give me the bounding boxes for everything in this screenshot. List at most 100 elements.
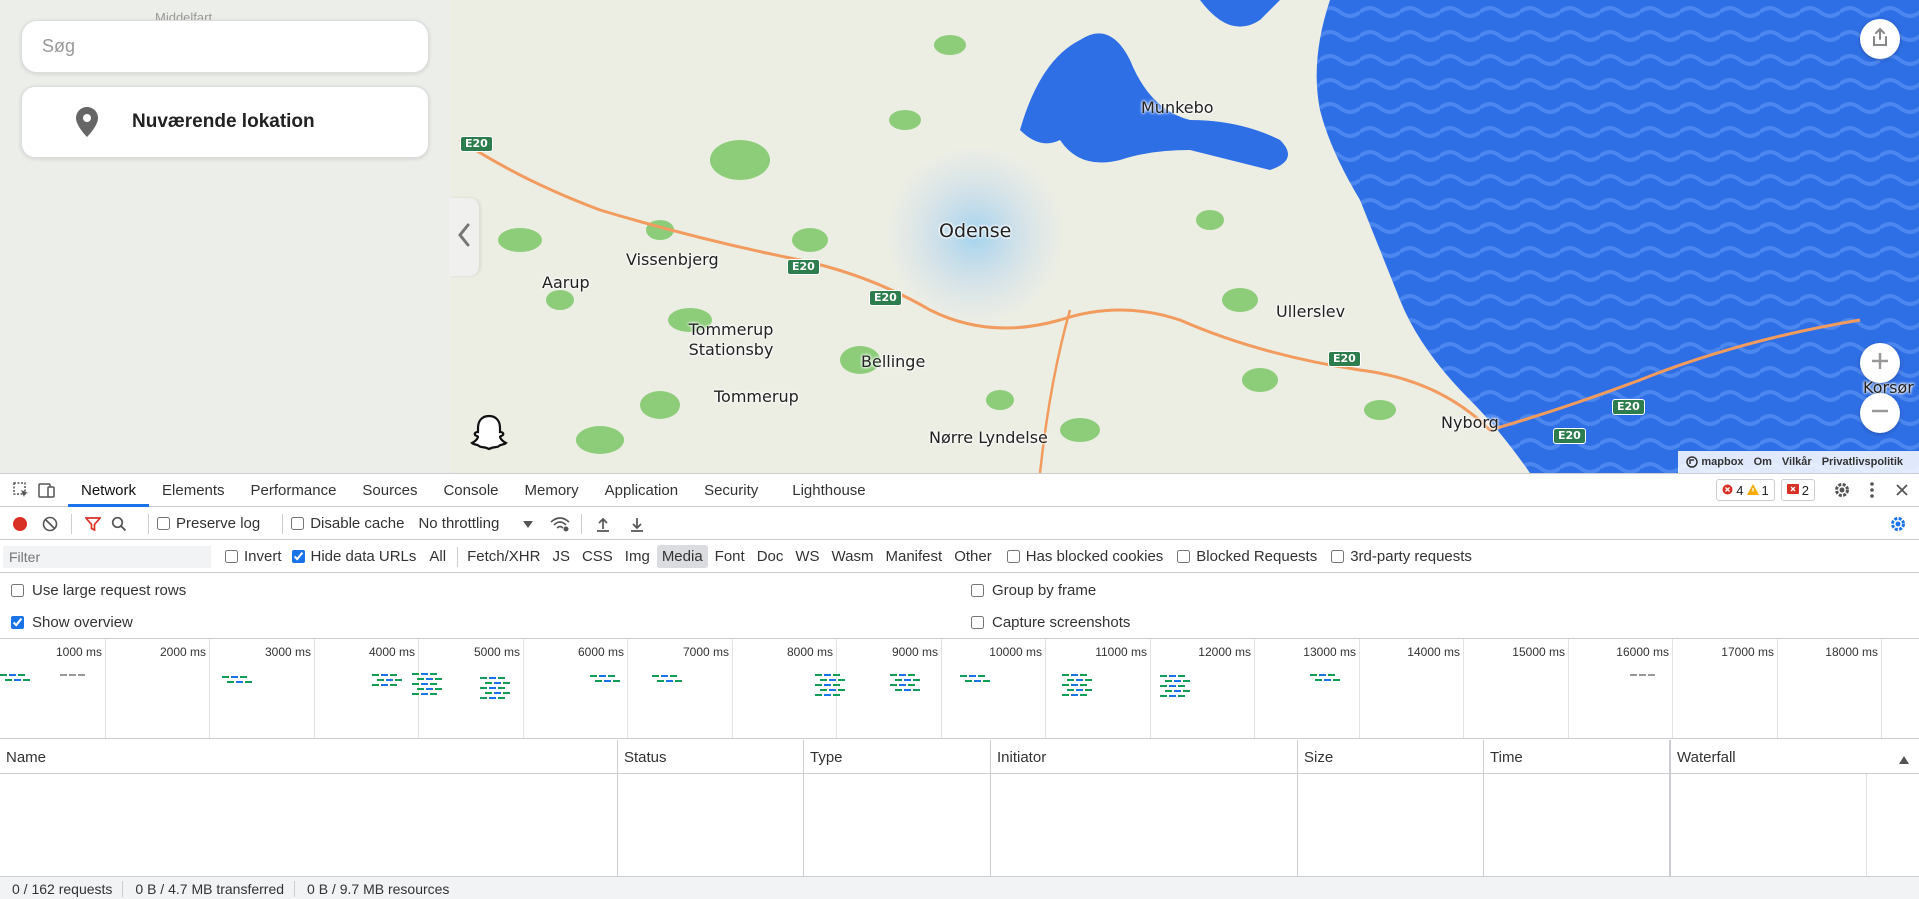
throttling-select[interactable]: No throttling bbox=[418, 515, 534, 532]
current-location-button[interactable]: Nuværende lokation bbox=[21, 86, 429, 158]
column-time[interactable]: Time bbox=[1484, 740, 1670, 876]
issue-icon bbox=[1786, 483, 1799, 498]
group-by-frame-checkbox[interactable]: Group by frame bbox=[971, 582, 1096, 599]
request-table[interactable]: Name Status Type Initiator Size Time Wat… bbox=[0, 740, 1919, 876]
show-overview-input[interactable] bbox=[11, 616, 24, 629]
network-conditions-icon[interactable] bbox=[547, 511, 573, 537]
tab-performance[interactable]: Performance bbox=[238, 474, 350, 507]
preserve-log-checkbox[interactable]: Preserve log bbox=[157, 515, 260, 532]
collapse-panel-button[interactable] bbox=[449, 198, 479, 276]
type-filter-media[interactable]: Media bbox=[656, 545, 708, 568]
share-button[interactable] bbox=[1860, 19, 1900, 59]
column-header-size[interactable]: Size bbox=[1304, 749, 1333, 766]
has-blocked-cookies-checkbox[interactable]: Has blocked cookies bbox=[1006, 548, 1163, 565]
timeline-activity-mark bbox=[1169, 695, 1176, 697]
terms-link[interactable]: Vilkår bbox=[1782, 456, 1812, 468]
close-devtools-icon[interactable] bbox=[1889, 477, 1915, 503]
type-filter-all[interactable]: All bbox=[424, 545, 451, 568]
hide-data-urls-checkbox[interactable]: Hide data URLs bbox=[291, 548, 416, 565]
device-toolbar-icon[interactable] bbox=[34, 477, 60, 503]
tab-console[interactable]: Console bbox=[430, 474, 511, 507]
large-rows-checkbox[interactable]: Use large request rows bbox=[11, 582, 186, 599]
search-icon[interactable] bbox=[106, 511, 132, 537]
large-rows-input[interactable] bbox=[11, 583, 24, 597]
third-party-requests-checkbox[interactable]: 3rd-party requests bbox=[1331, 548, 1472, 565]
timeline-activity-mark bbox=[480, 687, 487, 689]
capture-screenshots-input[interactable] bbox=[971, 616, 984, 629]
type-filter-img[interactable]: Img bbox=[620, 545, 655, 568]
divider bbox=[282, 513, 284, 534]
blocked-requests-input[interactable] bbox=[1177, 550, 1191, 563]
column-name[interactable]: Name bbox=[0, 740, 618, 876]
timeline-activity-mark bbox=[412, 693, 419, 695]
column-size[interactable]: Size bbox=[1298, 740, 1484, 876]
preserve-log-input[interactable] bbox=[157, 517, 170, 530]
snapchat-ghost-icon[interactable] bbox=[469, 412, 509, 456]
type-filter-js[interactable]: JS bbox=[547, 545, 575, 568]
type-filter-css[interactable]: CSS bbox=[577, 545, 618, 568]
column-initiator[interactable]: Initiator bbox=[991, 740, 1298, 876]
tab-lighthouse[interactable]: Lighthouse bbox=[779, 474, 878, 507]
zoom-out-button[interactable] bbox=[1860, 393, 1900, 433]
sort-ascending-icon[interactable] bbox=[1899, 751, 1909, 768]
capture-screenshots-checkbox[interactable]: Capture screenshots bbox=[971, 614, 1130, 631]
network-settings-gear-icon[interactable] bbox=[1885, 511, 1911, 537]
privacy-link[interactable]: Privatlivspolitik bbox=[1822, 456, 1903, 468]
network-overview-timeline[interactable]: 1000 ms 2000 ms 3000 ms 4000 ms 5000 ms 6000 … bbox=[0, 639, 1919, 739]
export-har-icon[interactable] bbox=[624, 511, 650, 537]
column-waterfall[interactable]: Waterfall bbox=[1670, 740, 1919, 876]
type-filter-font[interactable]: Font bbox=[710, 545, 750, 568]
column-status[interactable]: Status bbox=[618, 740, 804, 876]
disable-cache-checkbox[interactable]: Disable cache bbox=[291, 515, 404, 532]
inspect-element-icon[interactable] bbox=[8, 477, 34, 503]
timeline-activity-mark bbox=[1174, 680, 1181, 682]
hide-data-urls-input[interactable] bbox=[291, 550, 305, 563]
type-filter-doc[interactable]: Doc bbox=[752, 545, 789, 568]
show-overview-checkbox[interactable]: Show overview bbox=[11, 614, 133, 631]
group-by-frame-input[interactable] bbox=[971, 583, 984, 597]
type-filter-ws[interactable]: WS bbox=[790, 545, 824, 568]
import-har-icon[interactable] bbox=[590, 511, 616, 537]
column-type[interactable]: Type bbox=[804, 740, 991, 876]
tab-application[interactable]: Application bbox=[592, 474, 691, 507]
mapbox-logo[interactable]: mapbox bbox=[1686, 456, 1744, 468]
tab-elements[interactable]: Elements bbox=[149, 474, 238, 507]
invert-input[interactable] bbox=[225, 550, 238, 563]
record-icon[interactable] bbox=[7, 511, 33, 537]
has-blocked-cookies-input[interactable] bbox=[1006, 550, 1020, 563]
tab-network[interactable]: Network bbox=[68, 474, 150, 507]
filter-icon[interactable] bbox=[80, 511, 106, 537]
type-filter-wasm[interactable]: Wasm bbox=[827, 545, 879, 568]
settings-gear-icon[interactable] bbox=[1829, 477, 1855, 503]
third-party-requests-input[interactable] bbox=[1331, 550, 1345, 563]
type-filter-manifest[interactable]: Manifest bbox=[881, 545, 948, 568]
about-link[interactable]: Om bbox=[1754, 456, 1772, 468]
console-counts-badge[interactable]: 4 1 bbox=[1716, 479, 1775, 501]
tab-memory[interactable]: Memory bbox=[512, 474, 592, 507]
column-header-waterfall[interactable]: Waterfall bbox=[1677, 749, 1736, 766]
column-header-time[interactable]: Time bbox=[1490, 749, 1523, 766]
tab-security[interactable]: Security bbox=[691, 474, 771, 507]
column-header-name[interactable]: Name bbox=[6, 749, 46, 766]
type-filter-fetch-xhr[interactable]: Fetch/XHR bbox=[462, 545, 545, 568]
disable-cache-input[interactable] bbox=[291, 517, 305, 530]
filter-input[interactable] bbox=[3, 545, 211, 568]
zoom-in-button[interactable] bbox=[1860, 343, 1900, 383]
invert-checkbox[interactable]: Invert bbox=[225, 548, 282, 565]
timeline-activity-mark bbox=[0, 674, 7, 676]
clear-icon[interactable] bbox=[37, 511, 63, 537]
column-header-type[interactable]: Type bbox=[810, 749, 843, 766]
search-box[interactable] bbox=[21, 20, 429, 73]
column-header-initiator[interactable]: Initiator bbox=[997, 749, 1046, 766]
column-header-status[interactable]: Status bbox=[624, 749, 667, 766]
tab-sources[interactable]: Sources bbox=[349, 474, 430, 507]
more-options-icon[interactable] bbox=[1859, 477, 1885, 503]
timeline-activity-mark bbox=[908, 674, 915, 676]
timeline-activity-mark bbox=[1080, 684, 1087, 686]
blocked-requests-checkbox[interactable]: Blocked Requests bbox=[1177, 548, 1317, 565]
timeline-activity-mark bbox=[1062, 694, 1069, 696]
type-filter-other[interactable]: Other bbox=[949, 545, 997, 568]
map-view[interactable]: Munkebo Odense Vissenbjerg Aarup Tommeru… bbox=[0, 0, 1919, 473]
issues-badge[interactable]: 2 bbox=[1780, 479, 1815, 501]
search-input[interactable] bbox=[22, 21, 428, 72]
